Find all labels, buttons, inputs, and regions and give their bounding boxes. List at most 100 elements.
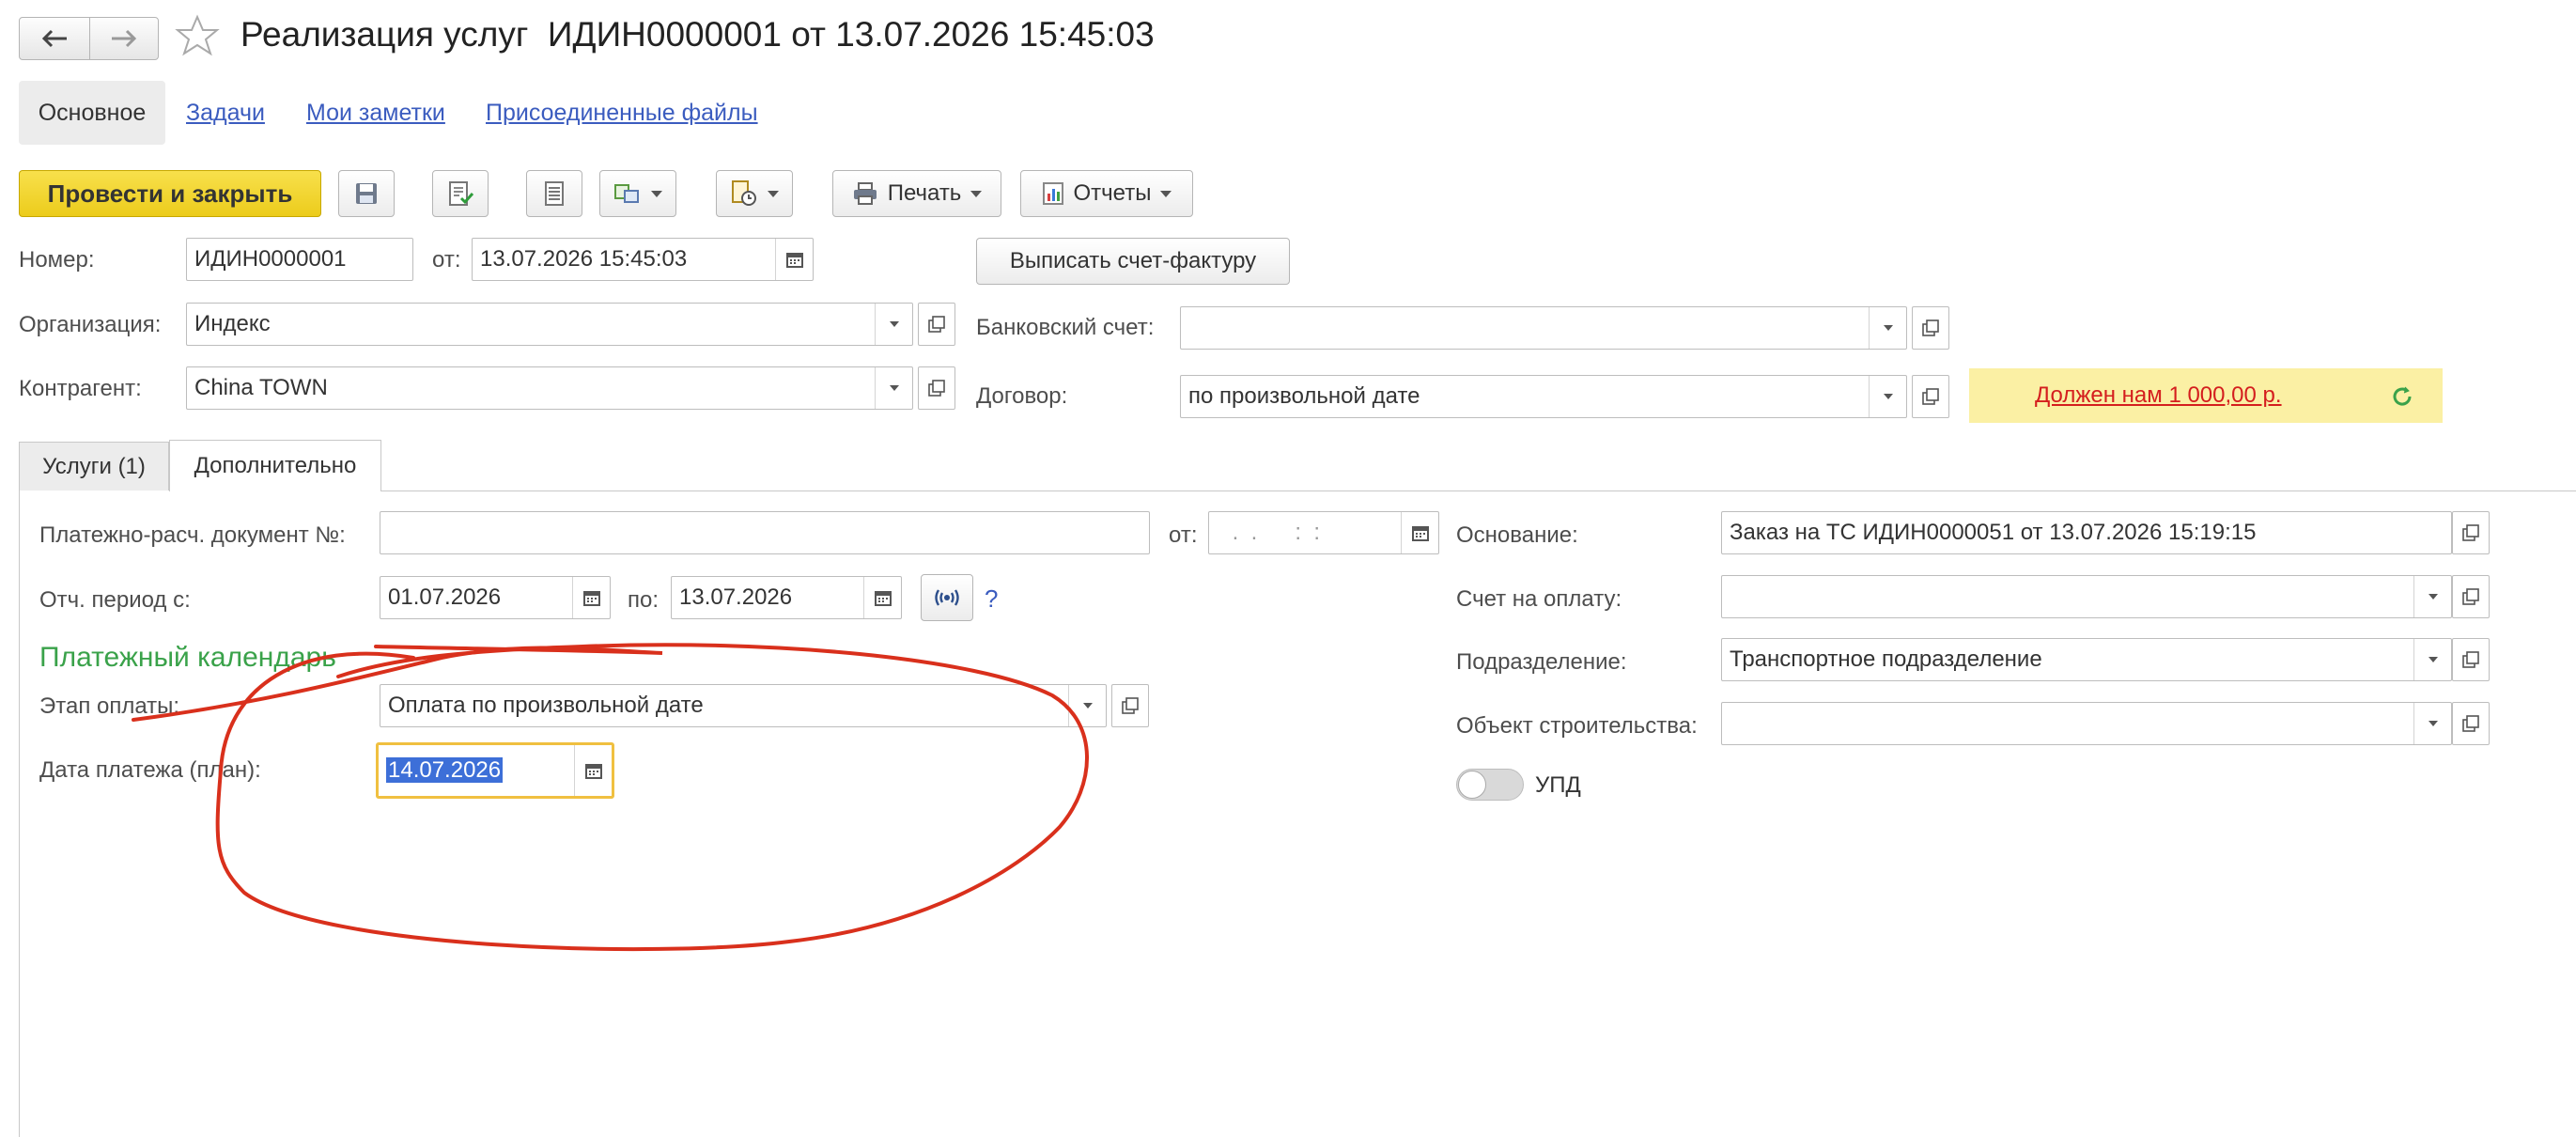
division-field[interactable]: Транспортное подразделение xyxy=(1721,638,2452,681)
basis-open-button[interactable] xyxy=(2452,511,2490,554)
dropdown-button[interactable] xyxy=(875,367,912,409)
construction-object-field[interactable] xyxy=(1721,702,2452,745)
post-and-close-button[interactable]: Провести и закрыть xyxy=(19,170,321,217)
chevron-down-icon xyxy=(2428,721,2438,726)
refresh-icon[interactable] xyxy=(2390,384,2414,409)
history-button[interactable] xyxy=(716,170,793,217)
contract-field[interactable]: по произвольной дате xyxy=(1180,375,1907,418)
chevron-down-icon xyxy=(1883,325,1893,331)
payment-doc-date-field[interactable]: . . : : xyxy=(1208,511,1439,554)
tab-notes[interactable]: Мои заметки xyxy=(306,100,445,127)
create-based-icon xyxy=(614,184,639,203)
payment-doc-field[interactable] xyxy=(380,511,1150,554)
print-label: Печать xyxy=(887,180,962,206)
dropdown-button[interactable] xyxy=(1869,307,1906,349)
reports-button[interactable]: Отчеты xyxy=(1020,170,1193,217)
planned-payment-date-value: 14.07.2026 xyxy=(386,757,504,783)
open-in-window-icon xyxy=(2462,651,2479,668)
basis-label: Основание: xyxy=(1456,522,1578,548)
tab-additional[interactable]: Дополнительно xyxy=(169,440,381,491)
open-in-window-icon xyxy=(1122,697,1139,714)
tab-services[interactable]: Услуги (1) xyxy=(19,442,169,491)
payment-doc-from-label: от: xyxy=(1169,522,1198,548)
tab-panel-border-left xyxy=(19,491,20,1137)
payment-invoice-field[interactable] xyxy=(1721,575,2452,618)
number-label: Номер: xyxy=(19,247,95,273)
upd-toggle-knob xyxy=(1458,771,1486,799)
dropdown-button[interactable] xyxy=(2413,576,2451,617)
payment-doc-label: Платежно-расч. документ №: xyxy=(39,522,346,548)
dropdown-button[interactable] xyxy=(1068,685,1106,726)
division-open-button[interactable] xyxy=(2452,638,2490,681)
chevron-down-icon xyxy=(889,321,899,327)
period-picker-button[interactable] xyxy=(921,574,973,621)
upd-toggle[interactable] xyxy=(1456,769,1524,801)
debt-link[interactable]: Должен нам 1 000,00 р. xyxy=(2035,382,2282,409)
help-link[interactable]: ? xyxy=(985,584,998,614)
issue-invoice-button[interactable]: Выписать счет-фактуру xyxy=(976,238,1290,285)
period-to-field[interactable]: 13.07.2026 xyxy=(671,576,902,619)
contract-value: по произвольной дате xyxy=(1188,383,1420,409)
post-button[interactable] xyxy=(432,170,489,217)
construction-object-open-button[interactable] xyxy=(2452,702,2490,745)
open-in-window-icon xyxy=(2462,715,2479,732)
payment-stage-open-button[interactable] xyxy=(1111,684,1149,727)
upd-label: УПД xyxy=(1535,772,1581,798)
chevron-down-icon xyxy=(2428,657,2438,662)
contractor-open-button[interactable] xyxy=(918,366,955,410)
bank-account-field[interactable] xyxy=(1180,306,1907,350)
basis-field[interactable]: Заказ на ТС ИДИН0000051 от 13.07.2026 15… xyxy=(1721,511,2452,554)
back-button[interactable] xyxy=(19,17,90,60)
payment-stage-field[interactable]: Оплата по произвольной дате xyxy=(380,684,1107,727)
tab-main[interactable]: Основное xyxy=(19,81,165,145)
calendar-icon[interactable] xyxy=(863,577,901,618)
favorite-star-icon[interactable] xyxy=(175,13,220,65)
payment-invoice-open-button[interactable] xyxy=(2452,575,2490,618)
division-value: Транспортное подразделение xyxy=(1730,646,2042,672)
period-from-value: 01.07.2026 xyxy=(388,584,502,610)
calendar-icon[interactable] xyxy=(572,577,610,618)
chevron-down-icon xyxy=(651,190,662,197)
period-to-label: по: xyxy=(628,587,660,613)
print-button[interactable]: Печать xyxy=(832,170,1001,217)
date-from-label: от: xyxy=(432,247,461,273)
document-date-field[interactable]: 13.07.2026 15:45:03 xyxy=(472,238,814,281)
period-from-field[interactable]: 01.07.2026 xyxy=(380,576,611,619)
contractor-label: Контрагент: xyxy=(19,376,142,401)
forward-button[interactable] xyxy=(89,17,159,60)
journal-button[interactable] xyxy=(526,170,582,217)
contract-open-button[interactable] xyxy=(1912,375,1949,418)
chevron-down-icon xyxy=(768,190,779,197)
save-button[interactable] xyxy=(338,170,395,217)
construction-object-label: Объект строительства: xyxy=(1456,713,1698,739)
organization-field[interactable]: Индекс xyxy=(186,303,913,346)
dropdown-button[interactable] xyxy=(2413,703,2451,744)
tab-attached-files[interactable]: Присоединенные файлы xyxy=(486,100,758,127)
post-document-icon xyxy=(449,181,473,206)
save-icon xyxy=(356,183,377,204)
planned-payment-date-field[interactable]: 14.07.2026 xyxy=(376,742,614,799)
chevron-down-icon xyxy=(889,385,899,391)
calendar-icon[interactable] xyxy=(775,239,813,280)
calendar-icon[interactable] xyxy=(574,745,612,796)
history-icon xyxy=(732,180,756,206)
calendar-icon[interactable] xyxy=(1401,512,1438,553)
contractor-field[interactable]: China TOWN xyxy=(186,366,913,410)
dropdown-button[interactable] xyxy=(1869,376,1906,417)
open-in-window-icon xyxy=(2462,588,2479,605)
bank-account-open-button[interactable] xyxy=(1912,306,1949,350)
division-label: Подразделение: xyxy=(1456,649,1627,675)
printer-icon xyxy=(853,182,877,205)
open-in-window-icon xyxy=(928,316,945,333)
create-based-on-button[interactable] xyxy=(599,170,676,217)
tab-tasks[interactable]: Задачи xyxy=(186,100,265,127)
open-in-window-icon xyxy=(1922,319,1939,336)
payment-calendar-heading: Платежный календарь xyxy=(39,642,336,673)
arrow-right-icon xyxy=(112,29,137,48)
chevron-down-icon xyxy=(2428,594,2438,600)
number-field[interactable]: ИДИН0000001 xyxy=(186,238,413,281)
dropdown-button[interactable] xyxy=(875,304,912,345)
dropdown-button[interactable] xyxy=(2413,639,2451,680)
debt-indicator: Должен нам 1 000,00 р. xyxy=(1969,368,2443,423)
organization-open-button[interactable] xyxy=(918,303,955,346)
